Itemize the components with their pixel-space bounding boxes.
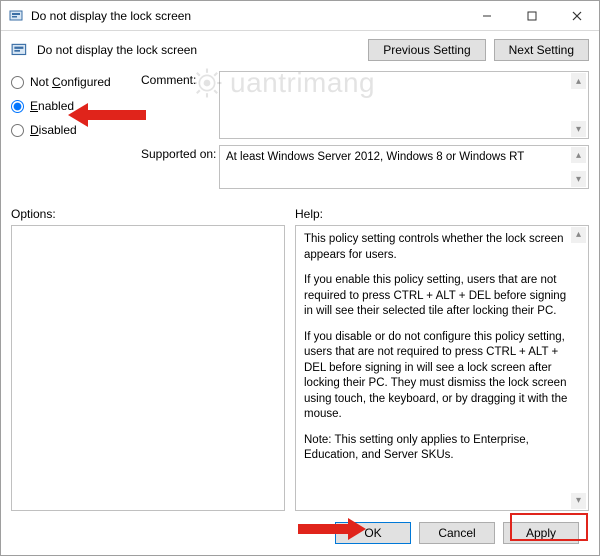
pane-labels: Options: Help: [11, 207, 589, 221]
close-button[interactable] [554, 1, 599, 30]
radio-disabled-input[interactable] [11, 124, 24, 137]
window-icon [9, 8, 25, 24]
minimize-button[interactable] [464, 1, 509, 30]
nav-buttons: Previous Setting Next Setting [368, 39, 589, 61]
panes: This policy setting controls whether the… [11, 225, 589, 511]
policy-icon [11, 41, 29, 59]
comment-label: Comment: [141, 71, 219, 87]
radio-enabled-input[interactable] [11, 100, 24, 113]
radio-not-configured-label: Not Configured [30, 75, 111, 89]
previous-setting-button[interactable]: Previous Setting [368, 39, 485, 61]
header-row: Do not display the lock screen Previous … [11, 39, 589, 61]
options-listbox[interactable] [11, 225, 285, 511]
right-column: Comment: ▴ ▾ Supported on: At least Wind… [141, 71, 589, 195]
scroll-down-icon[interactable]: ▾ [571, 121, 586, 137]
titlebar: Do not display the lock screen [1, 1, 599, 31]
scroll-down-icon[interactable]: ▾ [571, 493, 586, 509]
supported-text: At least Windows Server 2012, Windows 8 … [226, 151, 524, 163]
help-label: Help: [295, 207, 589, 221]
help-paragraph: If you enable this policy setting, users… [304, 273, 568, 320]
supported-label: Supported on: [141, 145, 219, 161]
scroll-up-icon[interactable]: ▴ [571, 73, 586, 89]
state-radio-group: Not Configured Enabled Disabled [11, 71, 141, 147]
supported-field: Supported on: At least Windows Server 20… [141, 145, 589, 189]
next-setting-button[interactable]: Next Setting [494, 39, 589, 61]
help-paragraph: If you disable or do not configure this … [304, 330, 568, 423]
scroll-up-icon[interactable]: ▴ [571, 227, 586, 243]
scroll-up-icon[interactable]: ▴ [571, 147, 586, 163]
radio-disabled[interactable]: Disabled [11, 123, 141, 137]
options-label: Options: [11, 207, 295, 221]
cancel-button[interactable]: Cancel [419, 522, 495, 544]
help-textbox: This policy setting controls whether the… [295, 225, 589, 511]
ok-button[interactable]: OK [335, 522, 411, 544]
comment-field: Comment: ▴ ▾ [141, 71, 589, 139]
radio-not-configured[interactable]: Not Configured [11, 75, 141, 89]
apply-button[interactable]: Apply [503, 522, 579, 544]
radio-enabled[interactable]: Enabled [11, 99, 141, 113]
radio-disabled-label: Disabled [30, 123, 77, 137]
policy-title: Do not display the lock screen [37, 43, 368, 57]
radio-enabled-label: Enabled [30, 99, 74, 113]
window-body: Do not display the lock screen Previous … [1, 31, 599, 555]
help-paragraph: Note: This setting only applies to Enter… [304, 433, 568, 464]
comment-textarea[interactable]: ▴ ▾ [219, 71, 589, 139]
gpedit-policy-window: Do not display the lock screen Do not di… [0, 0, 600, 556]
top-section: Not Configured Enabled Disabled Comment:… [11, 71, 589, 195]
dialog-footer: OK Cancel Apply [11, 511, 589, 555]
supported-textbox: At least Windows Server 2012, Windows 8 … [219, 145, 589, 189]
radio-not-configured-input[interactable] [11, 76, 24, 89]
window-title: Do not display the lock screen [31, 9, 464, 23]
scroll-down-icon[interactable]: ▾ [571, 171, 586, 187]
help-paragraph: This policy setting controls whether the… [304, 232, 568, 263]
maximize-button[interactable] [509, 1, 554, 30]
